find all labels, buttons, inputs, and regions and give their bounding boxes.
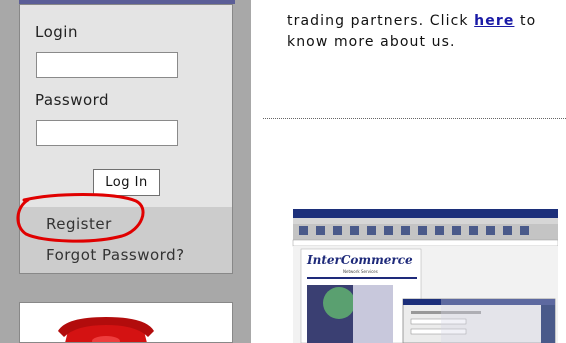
about-text: trading partners. Click here to know mor… <box>287 13 537 50</box>
intercommerce-sub: Network Services <box>343 269 378 274</box>
application-screenshot: InterCommerce Network Services <box>291 207 558 343</box>
dotted-divider <box>263 118 566 119</box>
login-label: Login <box>35 23 78 41</box>
login-panel: Login Password Log In Register Forgot Pa… <box>19 4 233 274</box>
forgot-password-link[interactable]: Forgot Password? <box>46 246 185 264</box>
promo-box <box>19 302 233 343</box>
login-input[interactable] <box>36 52 178 78</box>
red-telephone-icon <box>58 317 154 342</box>
here-link[interactable]: here <box>474 13 514 29</box>
password-input[interactable] <box>36 120 178 146</box>
log-in-button[interactable]: Log In <box>93 169 160 196</box>
password-label: Password <box>35 91 110 109</box>
register-link[interactable]: Register <box>46 215 112 233</box>
intercommerce-brand: InterCommerce <box>306 253 413 267</box>
